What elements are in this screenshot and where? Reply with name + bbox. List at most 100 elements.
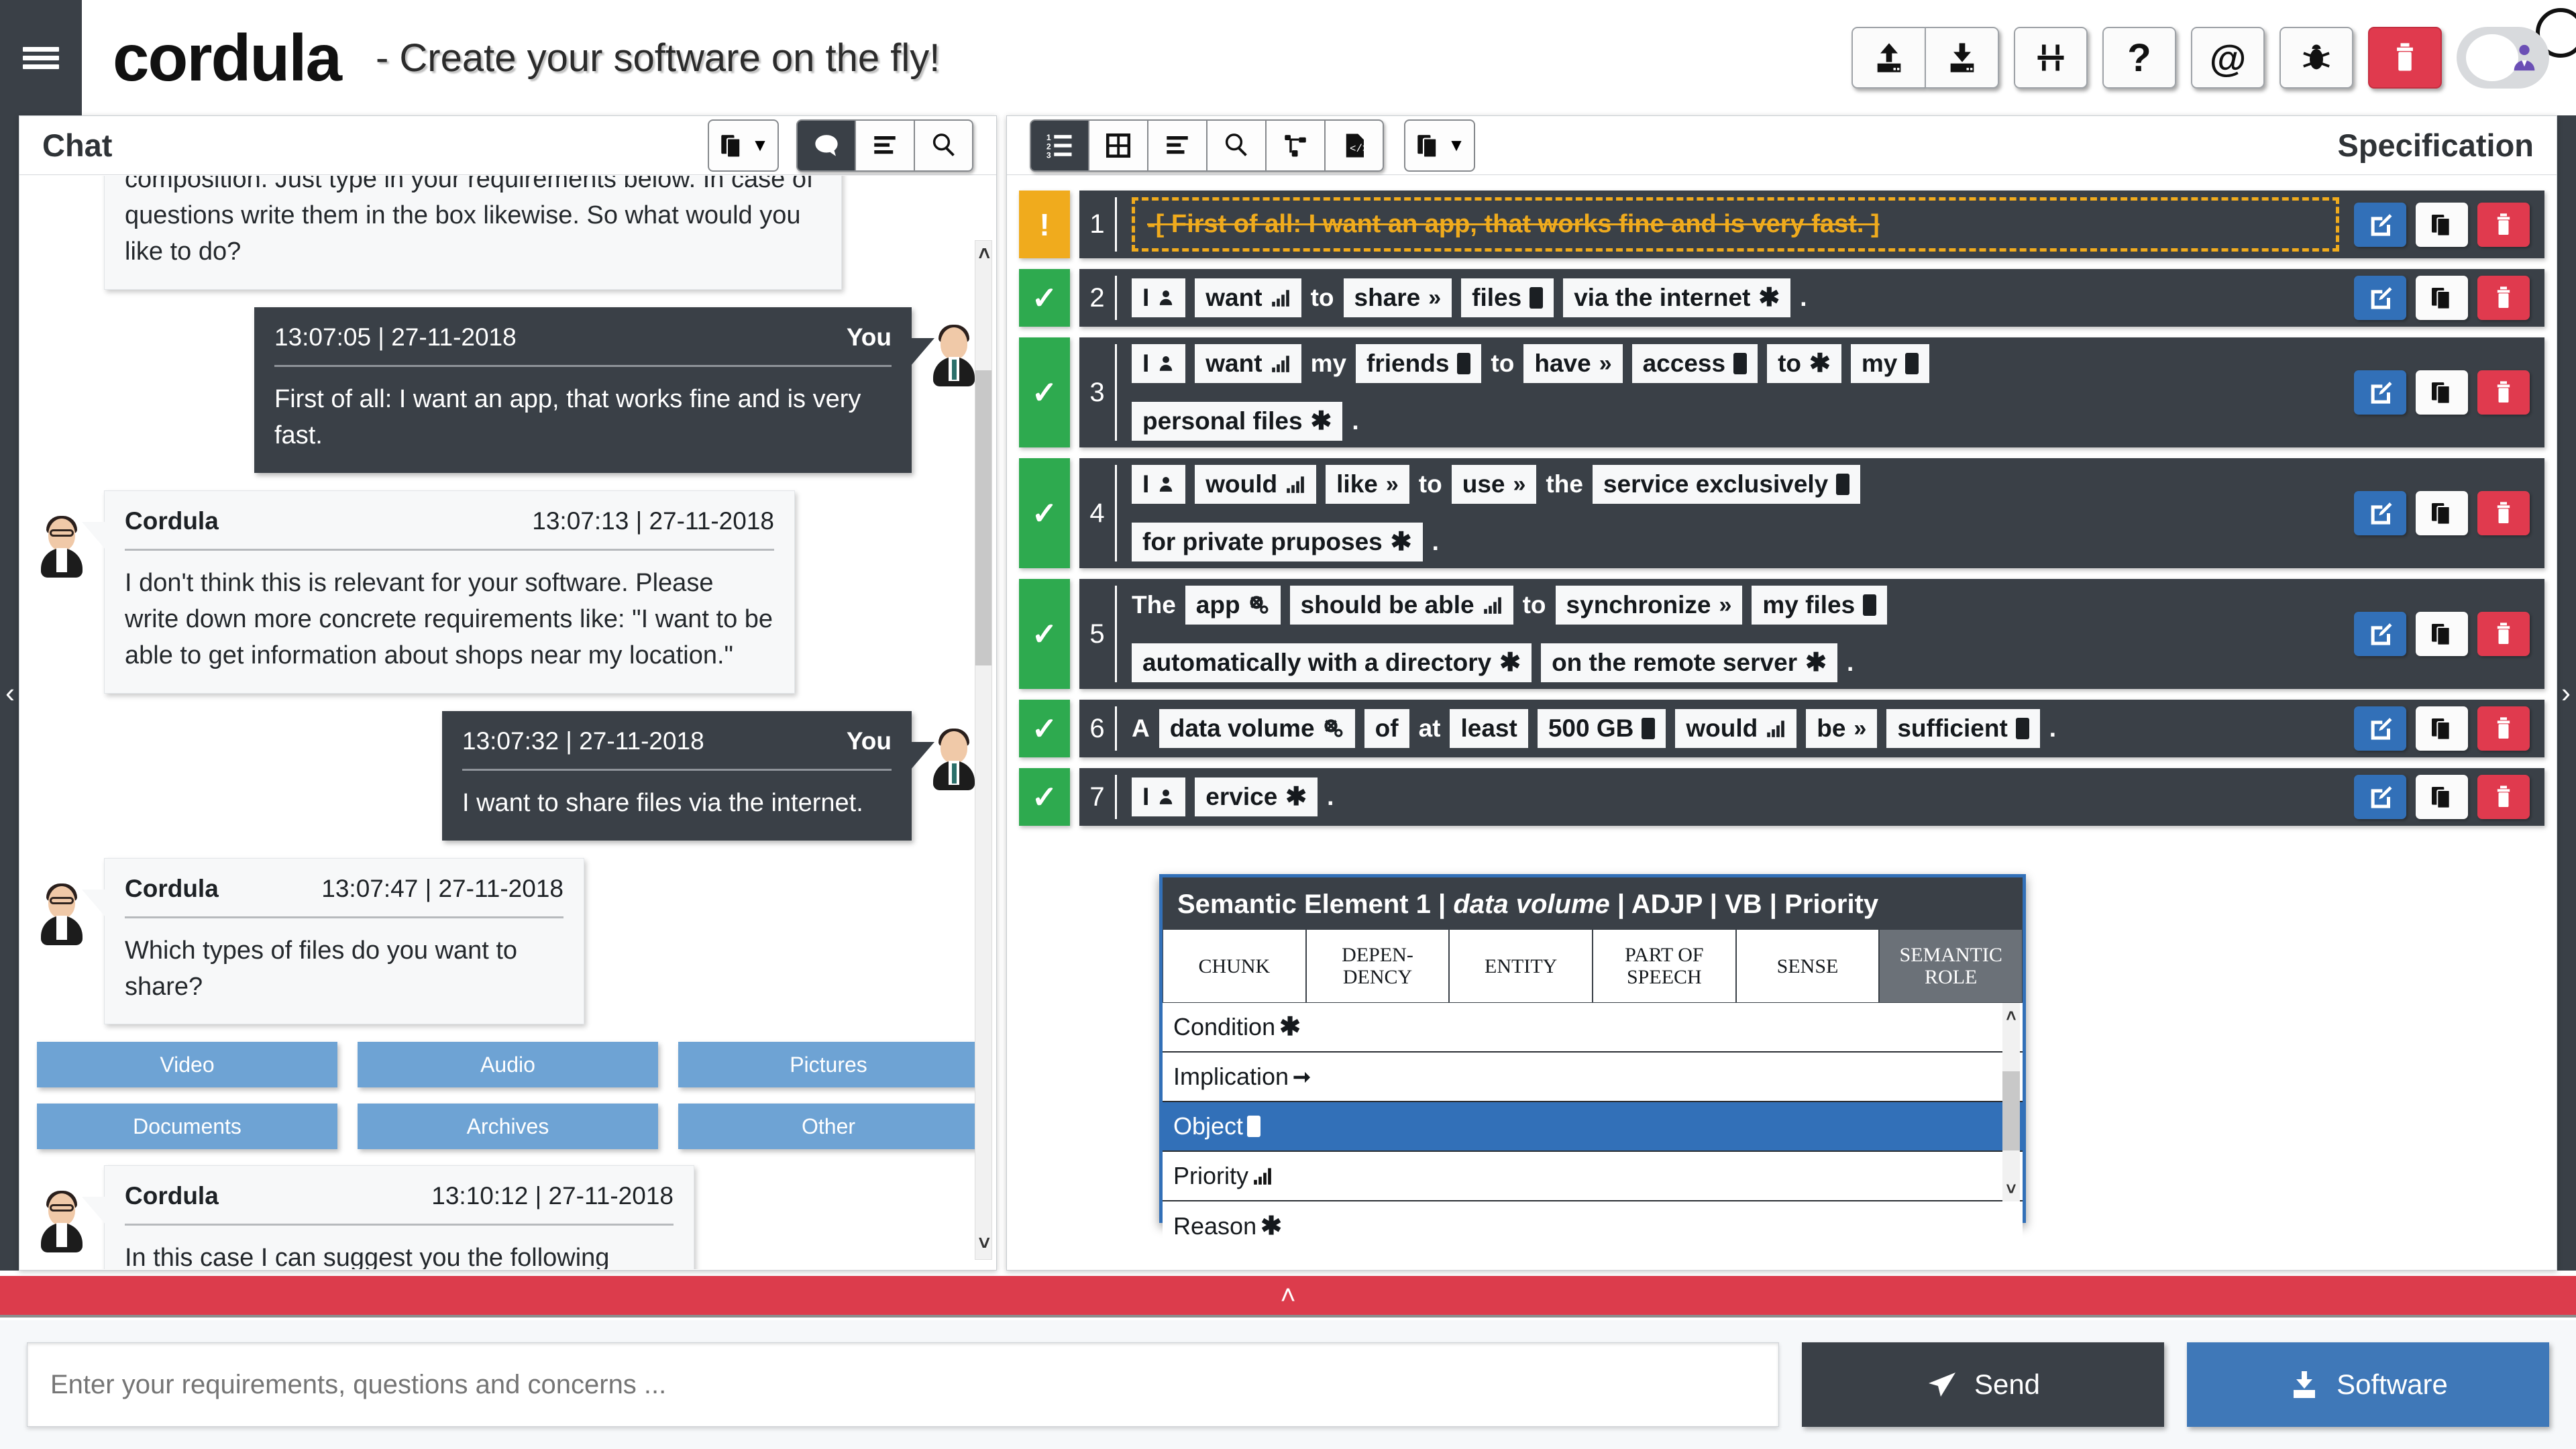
chunk-token[interactable]: should be able xyxy=(1289,586,1513,625)
edit-row-button[interactable] xyxy=(2354,491,2406,535)
delete-row-button[interactable] xyxy=(2477,491,2530,535)
send-button[interactable]: Send xyxy=(1802,1342,2164,1427)
collapse-button[interactable] xyxy=(2014,27,2088,89)
delete-row-button[interactable] xyxy=(2477,706,2530,751)
status-badge[interactable]: ✓ xyxy=(1019,768,1070,826)
scroll-down-icon[interactable]: ˅ xyxy=(978,1232,990,1255)
chunk-token[interactable]: service exclusively xyxy=(1592,465,1861,504)
spec-view-numbered-list[interactable]: 1 2 3 xyxy=(1030,119,1089,172)
chunk-token[interactable]: sufficient xyxy=(1886,709,2040,748)
chunk-token[interactable]: like» xyxy=(1326,465,1409,504)
delete-row-button[interactable] xyxy=(2477,370,2530,415)
chat-message-list[interactable]: composition. Just type in your requireme… xyxy=(19,176,996,1269)
tab-dependency[interactable]: Depen-dency xyxy=(1305,929,1450,1003)
chunk-token[interactable]: app xyxy=(1185,586,1281,625)
chunk-token[interactable]: use» xyxy=(1451,465,1537,504)
filetype-button-pictures[interactable]: Pictures xyxy=(678,1042,979,1088)
collapse-right-panel-button[interactable]: › xyxy=(2556,679,2576,707)
chunk-token[interactable]: would xyxy=(1675,709,1797,748)
collapse-left-panel-button[interactable]: ‹ xyxy=(0,679,20,707)
chunk-token[interactable]: 500 GB xyxy=(1537,709,1666,748)
filetype-button-documents[interactable]: Documents xyxy=(37,1104,337,1150)
chunk-token[interactable]: on the remote server ✱ xyxy=(1541,643,1837,682)
option-priority[interactable]: Priority xyxy=(1163,1152,2023,1201)
chat-copy-dropdown[interactable]: ▼ xyxy=(708,119,779,172)
scroll-up-icon[interactable]: ˄ xyxy=(978,243,990,266)
chunk-token[interactable]: have» xyxy=(1523,344,1623,383)
chunk-token[interactable]: friends xyxy=(1356,344,1482,383)
filetype-button-archives[interactable]: Archives xyxy=(358,1104,658,1150)
copy-row-button[interactable] xyxy=(2416,706,2468,751)
delete-row-button[interactable] xyxy=(2477,202,2530,247)
copy-row-button[interactable] xyxy=(2416,612,2468,656)
edit-row-button[interactable] xyxy=(2354,202,2406,247)
chunk-token[interactable]: access xyxy=(1631,344,1758,383)
chunk-token[interactable]: share» xyxy=(1343,278,1452,317)
spec-view-graph[interactable] xyxy=(1266,119,1325,172)
chat-view-conversation[interactable] xyxy=(796,119,855,172)
option-implication[interactable]: Implication ➞ xyxy=(1163,1053,2023,1102)
chunk-token[interactable]: data volume xyxy=(1159,709,1355,748)
filetype-button-audio[interactable]: Audio xyxy=(358,1042,658,1088)
chunk-token[interactable]: personal files ✱ xyxy=(1132,402,1343,441)
status-badge[interactable]: ! xyxy=(1019,191,1070,258)
download-button[interactable] xyxy=(1925,27,1999,89)
popup-scrollbar[interactable]: ˄ ˅ xyxy=(2002,1003,2020,1201)
delete-row-button[interactable] xyxy=(2477,775,2530,819)
filetype-button-other[interactable]: Other xyxy=(678,1104,979,1150)
delete-row-button[interactable] xyxy=(2477,276,2530,320)
filetype-button-video[interactable]: Video xyxy=(37,1042,337,1088)
spec-view-table[interactable] xyxy=(1089,119,1148,172)
chat-view-list[interactable] xyxy=(855,119,914,172)
scroll-down-icon[interactable]: ˅ xyxy=(2002,1179,2020,1199)
spec-view-outline[interactable] xyxy=(1148,119,1207,172)
spec-copy-dropdown[interactable]: ▼ xyxy=(1404,119,1475,172)
option-condition[interactable]: Condition ✱ xyxy=(1163,1003,2023,1053)
copy-row-button[interactable] xyxy=(2416,276,2468,320)
edit-row-button[interactable] xyxy=(2354,775,2406,819)
chunk-token[interactable]: via the internet ✱ xyxy=(1563,278,1791,317)
edit-row-button[interactable] xyxy=(2354,706,2406,751)
chunk-token[interactable]: want xyxy=(1195,278,1301,317)
chunk-token[interactable]: my xyxy=(1850,344,1930,383)
option-reason[interactable]: Reason ✱ xyxy=(1163,1201,2023,1251)
tab-entity[interactable]: Entity xyxy=(1449,929,1593,1003)
contact-button[interactable]: @ xyxy=(2191,27,2265,89)
copy-row-button[interactable] xyxy=(2416,370,2468,415)
chunk-token[interactable]: I xyxy=(1132,344,1186,383)
chat-scrollbar-thumb[interactable] xyxy=(975,370,991,665)
bug-report-button[interactable] xyxy=(2279,27,2353,89)
status-badge[interactable]: ✓ xyxy=(1019,269,1070,327)
delete-button[interactable] xyxy=(2368,27,2442,89)
delete-row-button[interactable] xyxy=(2477,612,2530,656)
status-badge[interactable]: ✓ xyxy=(1019,579,1070,689)
expand-collapse-bar[interactable]: ˄ xyxy=(0,1276,2576,1318)
chunk-token[interactable]: I xyxy=(1132,278,1186,317)
copy-row-button[interactable] xyxy=(2416,491,2468,535)
spec-view-code[interactable]: </> xyxy=(1325,119,1384,172)
edit-row-button[interactable] xyxy=(2354,612,2406,656)
scroll-up-icon[interactable]: ˄ xyxy=(2002,1006,2020,1026)
user-account-button[interactable] xyxy=(2457,27,2549,89)
status-badge[interactable]: ✓ xyxy=(1019,458,1070,568)
chunk-token[interactable]: I xyxy=(1132,777,1186,816)
chunk-token[interactable]: my files xyxy=(1752,586,1888,625)
popup-scrollbar-thumb[interactable] xyxy=(2002,1071,2020,1150)
help-button[interactable]: ? xyxy=(2102,27,2176,89)
tab-semantic-role[interactable]: Semantic role xyxy=(1879,929,2023,1003)
tab-chunk[interactable]: Chunk xyxy=(1163,929,1306,1003)
copy-row-button[interactable] xyxy=(2416,202,2468,247)
option-object[interactable]: Object xyxy=(1163,1102,2023,1152)
chunk-token[interactable]: of xyxy=(1364,709,1409,748)
status-badge[interactable]: ✓ xyxy=(1019,337,1070,447)
chunk-token[interactable]: to ✱ xyxy=(1767,344,1841,383)
copy-row-button[interactable] xyxy=(2416,775,2468,819)
status-badge[interactable]: ✓ xyxy=(1019,700,1070,757)
hamburger-menu-button[interactable] xyxy=(0,0,82,115)
chunk-token[interactable]: synchronize» xyxy=(1555,586,1743,625)
chunk-token[interactable]: automatically with a directory ✱ xyxy=(1132,643,1532,682)
spec-search[interactable] xyxy=(1207,119,1266,172)
chunk-token[interactable]: want xyxy=(1195,344,1301,383)
chunk-token[interactable]: be» xyxy=(1806,709,1878,748)
chunk-token[interactable]: ervice ✱ xyxy=(1195,777,1318,816)
